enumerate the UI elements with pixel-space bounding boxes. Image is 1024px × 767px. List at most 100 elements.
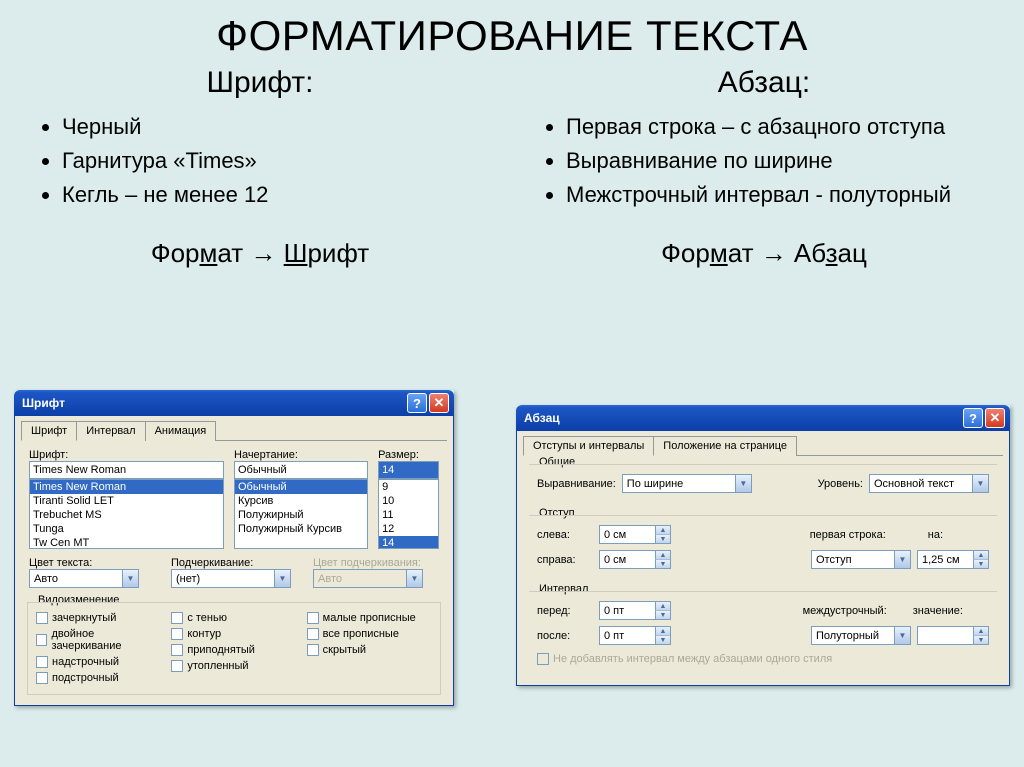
close-button[interactable]: ✕ bbox=[985, 408, 1005, 428]
effect-engrave[interactable]: утопленный bbox=[171, 660, 296, 672]
list-item: Выравнивание по ширине bbox=[566, 144, 1006, 178]
alignment-combo[interactable]: По ширине▼ bbox=[622, 474, 752, 493]
list-item[interactable]: Tw Cen MT bbox=[30, 536, 223, 549]
menu-path-font: Формат → Шрифт bbox=[18, 238, 502, 269]
list-item: Межстрочный интервал - полуторный bbox=[566, 178, 1006, 212]
list-item[interactable]: Полужирный Курсив bbox=[235, 522, 367, 536]
size-label: Размер: bbox=[378, 449, 439, 461]
spin-up-icon[interactable]: ▲ bbox=[655, 551, 670, 560]
spin-up-icon[interactable]: ▲ bbox=[973, 627, 988, 636]
font-name-list[interactable]: Times New Roman Tiranti Solid LET Trebuc… bbox=[29, 479, 224, 549]
indent-right-label: справа: bbox=[537, 554, 593, 566]
effect-smallcaps[interactable]: малые прописные bbox=[307, 612, 432, 624]
chevron-down-icon[interactable]: ▼ bbox=[972, 475, 988, 492]
para-dialog-titlebar[interactable]: Абзац ? ✕ bbox=[516, 405, 1010, 431]
chevron-down-icon[interactable]: ▼ bbox=[894, 551, 910, 568]
list-item[interactable]: 14 bbox=[379, 536, 438, 549]
list-item[interactable]: Trebuchet MS bbox=[30, 508, 223, 522]
chevron-down-icon[interactable]: ▼ bbox=[894, 627, 910, 644]
general-group: Выравнивание: По ширине▼ Уровень: Основн… bbox=[529, 464, 997, 499]
effect-superscript[interactable]: надстрочный bbox=[36, 656, 161, 668]
spin-down-icon[interactable]: ▼ bbox=[655, 611, 670, 619]
spin-down-icon[interactable]: ▼ bbox=[973, 636, 988, 644]
list-item: Гарнитура «Times» bbox=[62, 144, 502, 178]
list-item[interactable]: Tiranti Solid LET bbox=[30, 494, 223, 508]
list-item[interactable]: 12 bbox=[379, 522, 438, 536]
indent-group: слева: 0 см▲▼ первая строка: на: справа:… bbox=[529, 515, 997, 575]
effect-subscript[interactable]: подстрочный bbox=[36, 672, 161, 684]
effect-shadow[interactable]: с тенью bbox=[171, 612, 296, 624]
chevron-down-icon[interactable]: ▼ bbox=[122, 570, 138, 587]
text-color-combo[interactable]: Авто▼ bbox=[29, 569, 139, 588]
spin-down-icon[interactable]: ▼ bbox=[655, 560, 670, 568]
chevron-down-icon[interactable]: ▼ bbox=[274, 570, 290, 587]
list-item[interactable]: Tunga bbox=[30, 522, 223, 536]
after-label: после: bbox=[537, 630, 593, 642]
tab-indents[interactable]: Отступы и интервалы bbox=[523, 436, 654, 456]
font-size-list[interactable]: 9 10 11 12 14 bbox=[378, 479, 439, 549]
spin-down-icon[interactable]: ▼ bbox=[655, 636, 670, 644]
effect-strikethrough[interactable]: зачеркнутый bbox=[36, 612, 161, 624]
para-subheading: Абзац: bbox=[522, 66, 1006, 100]
font-dialog-titlebar[interactable]: Шрифт ? ✕ bbox=[14, 390, 454, 416]
text-color-label: Цвет текста: bbox=[29, 557, 155, 569]
font-style-input[interactable]: Обычный bbox=[234, 461, 368, 479]
spin-up-icon[interactable]: ▲ bbox=[655, 627, 670, 636]
para-bullets: Первая строка – с абзацного отступа Выра… bbox=[522, 110, 1006, 212]
effect-outline[interactable]: контур bbox=[171, 628, 296, 640]
value-label: значение: bbox=[913, 605, 963, 617]
list-item[interactable]: Times New Roman bbox=[30, 480, 223, 494]
effect-allcaps[interactable]: все прописные bbox=[307, 628, 432, 640]
font-style-list[interactable]: Обычный Курсив Полужирный Полужирный Кур… bbox=[234, 479, 368, 549]
list-item[interactable]: Курсив bbox=[235, 494, 367, 508]
list-item[interactable]: Обычный bbox=[235, 480, 367, 494]
effects-group: зачеркнутый двойное зачеркивание надстро… bbox=[27, 602, 441, 695]
list-item: Кегль – не менее 12 bbox=[62, 178, 502, 212]
spin-down-icon[interactable]: ▼ bbox=[973, 560, 988, 568]
spin-up-icon[interactable]: ▲ bbox=[973, 551, 988, 560]
level-combo[interactable]: Основной текст▼ bbox=[869, 474, 989, 493]
right-column: Абзац: Первая строка – с абзацного отсту… bbox=[522, 60, 1006, 269]
spin-down-icon[interactable]: ▼ bbox=[655, 535, 670, 543]
list-item[interactable]: 11 bbox=[379, 508, 438, 522]
first-line-value-input[interactable]: 1,25 см▲▼ bbox=[917, 550, 989, 569]
tab-font[interactable]: Шрифт bbox=[21, 421, 77, 441]
tab-page-position[interactable]: Положение на странице bbox=[653, 436, 797, 456]
help-button[interactable]: ? bbox=[407, 393, 427, 413]
line-spacing-label: междустрочный: bbox=[803, 605, 887, 617]
chevron-down-icon: ▼ bbox=[406, 570, 422, 587]
list-item[interactable]: 10 bbox=[379, 494, 438, 508]
list-item: Черный bbox=[62, 110, 502, 144]
tab-animation[interactable]: Анимация bbox=[145, 421, 217, 441]
font-size-input[interactable]: 14 bbox=[378, 461, 439, 479]
line-spacing-value-input[interactable]: ▲▼ bbox=[917, 626, 989, 645]
effect-hidden[interactable]: скрытый bbox=[307, 644, 432, 656]
help-button[interactable]: ? bbox=[963, 408, 983, 428]
indent-right-input[interactable]: 0 см▲▼ bbox=[599, 550, 671, 569]
line-spacing-combo[interactable]: Полуторный▼ bbox=[811, 626, 911, 645]
indent-left-input[interactable]: 0 см▲▼ bbox=[599, 525, 671, 544]
level-label: Уровень: bbox=[818, 478, 863, 490]
list-item[interactable]: 9 bbox=[379, 480, 438, 494]
spacing-before-input[interactable]: 0 пт▲▼ bbox=[599, 601, 671, 620]
underline-combo[interactable]: (нет)▼ bbox=[171, 569, 291, 588]
font-name-input[interactable]: Times New Roman bbox=[29, 461, 224, 479]
first-line-combo[interactable]: Отступ▼ bbox=[811, 550, 911, 569]
para-dialog-title: Абзац bbox=[524, 411, 560, 425]
effect-double-strike[interactable]: двойное зачеркивание bbox=[36, 628, 161, 652]
spin-up-icon[interactable]: ▲ bbox=[655, 526, 670, 535]
indent-left-label: слева: bbox=[537, 529, 593, 541]
list-item[interactable]: Полужирный bbox=[235, 508, 367, 522]
chevron-down-icon[interactable]: ▼ bbox=[735, 475, 751, 492]
close-button[interactable]: ✕ bbox=[429, 393, 449, 413]
same-style-checkbox: Не добавлять интервал между абзацами одн… bbox=[537, 653, 989, 665]
spin-up-icon[interactable]: ▲ bbox=[655, 602, 670, 611]
list-item: Первая строка – с абзацного отступа bbox=[566, 110, 1006, 144]
spacing-after-input[interactable]: 0 пт▲▼ bbox=[599, 626, 671, 645]
underline-color-label: Цвет подчеркивания: bbox=[313, 557, 439, 569]
effect-emboss[interactable]: приподнятый bbox=[171, 644, 296, 656]
font-bullets: Черный Гарнитура «Times» Кегль – не мене… bbox=[18, 110, 502, 212]
left-column: Шрифт: Черный Гарнитура «Times» Кегль – … bbox=[18, 60, 502, 269]
slide-title: ФОРМАТИРОВАНИЕ ТЕКСТА bbox=[0, 0, 1024, 60]
tab-spacing[interactable]: Интервал bbox=[76, 421, 145, 441]
